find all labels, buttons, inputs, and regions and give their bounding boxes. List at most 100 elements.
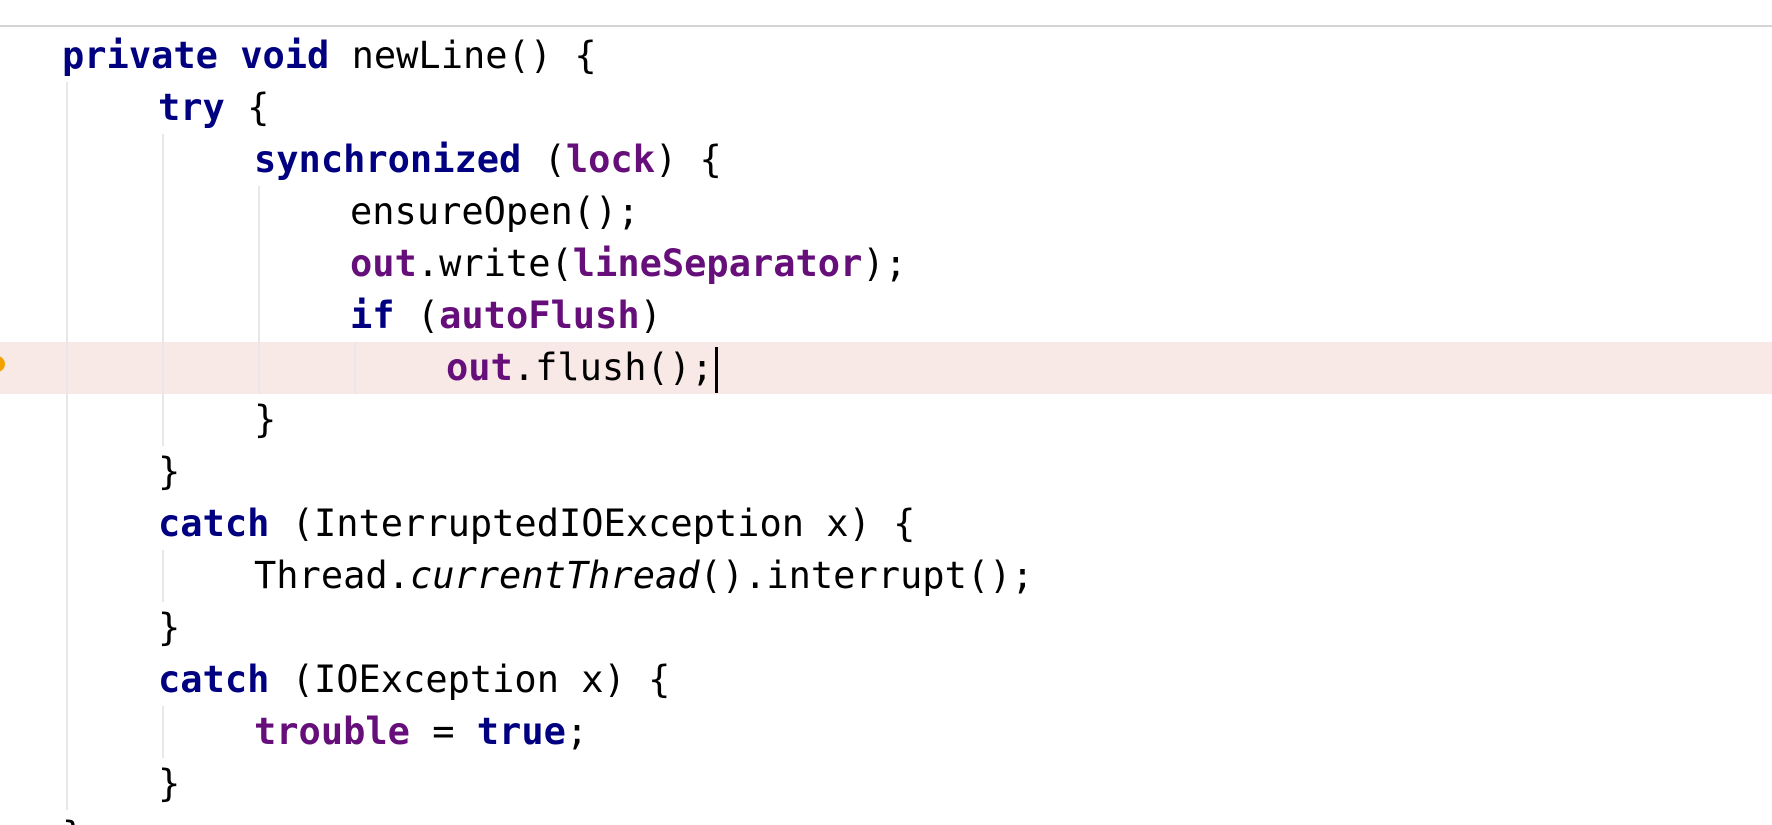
indent-guide xyxy=(354,342,356,394)
indent-guide xyxy=(66,238,68,290)
code-editor[interactable]: private void newLine() {try {synchronize… xyxy=(0,0,1772,825)
code-line-text: catch (InterruptedIOException x) { xyxy=(158,498,915,550)
code-line-text: out.flush(); xyxy=(446,342,719,394)
code-line-text: try { xyxy=(158,82,269,134)
code-token: newLine() { xyxy=(329,34,597,77)
indent-guide xyxy=(162,186,164,238)
code-token: = xyxy=(409,710,477,753)
field-token: lineSeparator xyxy=(572,242,863,285)
indent-guide xyxy=(258,290,260,342)
code-line[interactable]: } xyxy=(0,394,1772,446)
text-caret xyxy=(715,346,719,393)
indent-guide xyxy=(66,706,68,758)
code-line[interactable]: private void newLine() { xyxy=(0,30,1772,82)
indent-guide xyxy=(66,758,68,810)
indent-guide xyxy=(162,394,164,446)
code-line-text: private void newLine() { xyxy=(62,30,597,82)
code-token: { xyxy=(224,86,270,129)
field-token: autoFlush xyxy=(439,294,640,337)
field-token: trouble xyxy=(254,710,410,753)
indent-guide xyxy=(66,134,68,186)
keyword-token: synchronized xyxy=(254,138,522,181)
indent-guide xyxy=(258,342,260,394)
field-token: out xyxy=(350,242,417,285)
editor-top-border xyxy=(0,25,1772,27)
keyword-token: catch xyxy=(158,658,270,701)
intention-bulb-icon[interactable] xyxy=(0,356,5,372)
keyword-token: true xyxy=(476,710,566,753)
code-line[interactable]: catch (IOException x) { xyxy=(0,654,1772,706)
field-token: out xyxy=(446,346,513,389)
code-line[interactable]: if (autoFlush) xyxy=(0,290,1772,342)
code-line-text: synchronized (lock) { xyxy=(254,134,722,186)
code-line-current[interactable]: out.flush(); xyxy=(0,342,1772,394)
indent-guide xyxy=(258,238,260,290)
code-token: (InterruptedIOException x) { xyxy=(269,502,916,545)
indent-guide xyxy=(66,446,68,498)
code-token: currentThread xyxy=(409,554,700,597)
keyword-token: if xyxy=(350,294,395,337)
code-token: .write( xyxy=(416,242,573,285)
indent-guide xyxy=(66,550,68,602)
indent-guide xyxy=(66,394,68,446)
code-line[interactable]: Thread.currentThread().interrupt(); xyxy=(0,550,1772,602)
code-line[interactable]: } xyxy=(0,810,1772,825)
code-line[interactable]: } xyxy=(0,446,1772,498)
code-token: ) { xyxy=(654,138,722,181)
indent-guide xyxy=(162,290,164,342)
code-line-text: } xyxy=(158,602,180,654)
indent-guide xyxy=(162,550,164,602)
code-line[interactable]: ensureOpen(); xyxy=(0,186,1772,238)
code-token: ( xyxy=(521,138,566,181)
code-line[interactable]: synchronized (lock) { xyxy=(0,134,1772,186)
code-line-text: ensureOpen(); xyxy=(350,186,640,238)
indent-guide xyxy=(66,654,68,706)
keyword-token: try xyxy=(158,86,225,129)
indent-guide xyxy=(66,290,68,342)
code-token: ( xyxy=(394,294,440,337)
keyword-token: void xyxy=(240,34,330,77)
field-token: lock xyxy=(565,138,655,181)
code-token: } xyxy=(62,814,84,825)
indent-guide xyxy=(162,134,164,186)
indent-guide xyxy=(66,82,68,134)
code-line-text: } xyxy=(158,446,180,498)
indent-guide xyxy=(258,186,260,238)
code-line[interactable]: try { xyxy=(0,82,1772,134)
code-line-text: trouble = true; xyxy=(254,706,588,758)
code-token: ); xyxy=(862,242,907,285)
code-line-text: } xyxy=(254,394,276,446)
code-token: (IOException x) { xyxy=(269,658,671,701)
code-token: ().interrupt(); xyxy=(699,554,1034,597)
indent-guide xyxy=(66,498,68,550)
code-line[interactable]: out.write(lineSeparator); xyxy=(0,238,1772,290)
code-line-text: catch (IOException x) { xyxy=(158,654,670,706)
code-token: .flush(); xyxy=(512,346,714,389)
code-line-text: } xyxy=(62,810,84,825)
code-token: ; xyxy=(565,710,589,753)
keyword-token: private xyxy=(62,34,218,77)
indent-guide xyxy=(162,238,164,290)
indent-guide xyxy=(66,602,68,654)
code-line-text: if (autoFlush) xyxy=(350,290,662,342)
code-line[interactable]: trouble = true; xyxy=(0,706,1772,758)
keyword-token: catch xyxy=(158,502,270,545)
code-token: ensureOpen(); xyxy=(350,190,640,233)
code-token: } xyxy=(158,450,181,493)
code-token: Thread. xyxy=(254,554,410,597)
indent-guide xyxy=(66,186,68,238)
code-line[interactable]: } xyxy=(0,758,1772,810)
code-line[interactable]: catch (InterruptedIOException x) { xyxy=(0,498,1772,550)
code-token: } xyxy=(254,398,277,441)
indent-guide xyxy=(66,342,68,394)
code-area[interactable]: private void newLine() {try {synchronize… xyxy=(0,30,1772,825)
code-token: } xyxy=(158,606,181,649)
code-line[interactable]: } xyxy=(0,602,1772,654)
code-line-text: Thread.currentThread().interrupt(); xyxy=(254,550,1034,602)
code-line-text: } xyxy=(158,758,180,810)
indent-guide xyxy=(162,342,164,394)
code-token: } xyxy=(158,762,181,805)
code-token: ) xyxy=(639,294,662,337)
code-line-text: out.write(lineSeparator); xyxy=(350,238,907,290)
